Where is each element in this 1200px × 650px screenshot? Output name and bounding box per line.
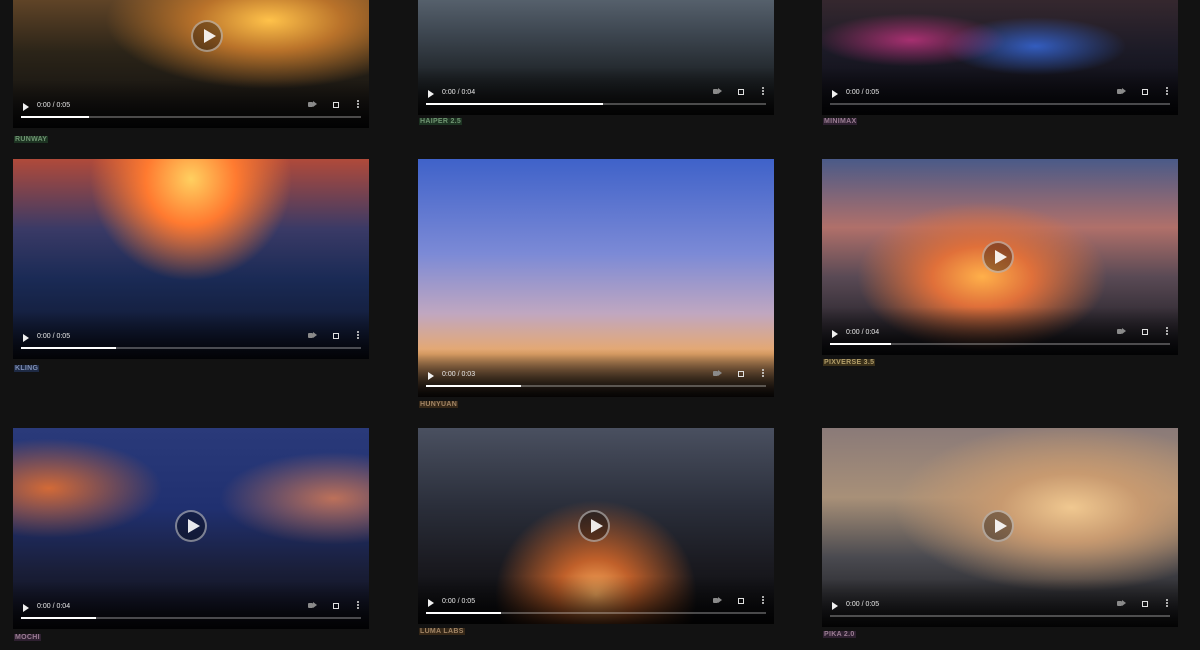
fullscreen-icon[interactable] xyxy=(1142,329,1148,335)
video-player[interactable]: 0:00 / 0:05 xyxy=(13,159,369,359)
progress-bar[interactable] xyxy=(426,103,766,105)
video-time: 0:00 / 0:05 xyxy=(37,102,71,109)
progress-bar[interactable] xyxy=(426,612,766,614)
model-label: KLING xyxy=(14,365,40,372)
video-time: 0:00 / 0:04 xyxy=(442,89,476,96)
more-options-icon[interactable] xyxy=(1166,599,1168,601)
video-player[interactable]: 0:00 / 0:05 xyxy=(822,0,1178,115)
video-player[interactable]: 0:00 / 0:04 xyxy=(418,0,774,115)
volume-icon[interactable] xyxy=(308,602,317,608)
fullscreen-icon[interactable] xyxy=(738,598,744,604)
video-controls: 0:00 / 0:04 xyxy=(822,321,1178,355)
video-controls: 0:00 / 0:03 xyxy=(418,363,774,397)
video-player[interactable]: 0:00 / 0:03 xyxy=(418,159,774,397)
more-options-icon[interactable] xyxy=(357,331,359,333)
volume-icon[interactable] xyxy=(308,332,317,338)
volume-icon[interactable] xyxy=(1117,600,1126,606)
play-icon[interactable] xyxy=(428,372,434,380)
progress-bar[interactable] xyxy=(830,103,1170,105)
play-icon[interactable] xyxy=(23,604,29,612)
play-icon[interactable] xyxy=(832,330,838,338)
center-play-icon[interactable] xyxy=(982,510,1014,542)
center-play-icon[interactable] xyxy=(191,20,223,52)
model-label: HUNYUAN xyxy=(419,401,459,408)
video-player[interactable]: 0:00 / 0:05 xyxy=(418,428,774,624)
video-controls: 0:00 / 0:05 xyxy=(418,590,774,624)
model-label: HAIPER 2.5 xyxy=(419,118,463,125)
play-icon[interactable] xyxy=(832,602,838,610)
play-icon[interactable] xyxy=(23,334,29,342)
fullscreen-icon[interactable] xyxy=(1142,601,1148,607)
more-options-icon[interactable] xyxy=(357,100,359,102)
video-player[interactable]: 0:00 / 0:05 xyxy=(13,0,369,128)
more-options-icon[interactable] xyxy=(762,596,764,598)
model-label: MOCHI xyxy=(14,634,41,641)
center-play-icon[interactable] xyxy=(175,510,207,542)
video-player[interactable]: 0:00 / 0:04 xyxy=(822,159,1178,355)
more-options-icon[interactable] xyxy=(1166,87,1168,89)
center-play-icon[interactable] xyxy=(578,510,610,542)
video-controls: 0:00 / 0:04 xyxy=(13,595,369,629)
model-label: PIXVERSE 3.5 xyxy=(823,359,876,366)
progress-fill xyxy=(21,347,117,349)
progress-bar[interactable] xyxy=(830,615,1170,617)
progress-fill xyxy=(21,116,89,118)
volume-icon[interactable] xyxy=(713,88,722,94)
progress-bar[interactable] xyxy=(426,385,766,387)
progress-fill xyxy=(426,612,501,614)
progress-fill xyxy=(426,385,522,387)
video-time: 0:00 / 0:05 xyxy=(442,598,476,605)
video-controls: 0:00 / 0:05 xyxy=(13,325,369,359)
video-time: 0:00 / 0:04 xyxy=(37,603,71,610)
video-time: 0:00 / 0:05 xyxy=(846,601,880,608)
volume-icon[interactable] xyxy=(713,370,722,376)
more-options-icon[interactable] xyxy=(1166,327,1168,329)
model-label: MINIMAX xyxy=(823,118,858,125)
fullscreen-icon[interactable] xyxy=(1142,89,1148,95)
play-icon[interactable] xyxy=(23,103,29,111)
fullscreen-icon[interactable] xyxy=(333,102,339,108)
video-player[interactable]: 0:00 / 0:04 xyxy=(13,428,369,629)
video-time: 0:00 / 0:03 xyxy=(442,371,476,378)
video-player[interactable]: 0:00 / 0:05 xyxy=(822,428,1178,627)
progress-fill xyxy=(426,103,603,105)
volume-icon[interactable] xyxy=(713,597,722,603)
model-label: RUNWAY xyxy=(14,136,49,143)
volume-icon[interactable] xyxy=(308,101,317,107)
more-options-icon[interactable] xyxy=(357,601,359,603)
video-time: 0:00 / 0:05 xyxy=(846,89,880,96)
volume-icon[interactable] xyxy=(1117,88,1126,94)
progress-bar[interactable] xyxy=(21,347,361,349)
fullscreen-icon[interactable] xyxy=(333,603,339,609)
video-controls: 0:00 / 0:04 xyxy=(418,81,774,115)
video-controls: 0:00 / 0:05 xyxy=(822,81,1178,115)
more-options-icon[interactable] xyxy=(762,87,764,89)
video-controls: 0:00 / 0:05 xyxy=(822,593,1178,627)
model-label: LUMA LABS xyxy=(419,628,465,635)
fullscreen-icon[interactable] xyxy=(738,371,744,377)
volume-icon[interactable] xyxy=(1117,328,1126,334)
video-controls: 0:00 / 0:05 xyxy=(13,94,369,128)
fullscreen-icon[interactable] xyxy=(738,89,744,95)
play-icon[interactable] xyxy=(832,90,838,98)
play-icon[interactable] xyxy=(428,599,434,607)
model-label: PIKA 2.0 xyxy=(823,631,856,638)
progress-bar[interactable] xyxy=(21,116,361,118)
more-options-icon[interactable] xyxy=(762,369,764,371)
progress-fill xyxy=(830,343,892,345)
play-icon[interactable] xyxy=(428,90,434,98)
progress-bar[interactable] xyxy=(830,343,1170,345)
video-time: 0:00 / 0:04 xyxy=(846,329,880,336)
fullscreen-icon[interactable] xyxy=(333,333,339,339)
progress-fill xyxy=(21,617,96,619)
progress-bar[interactable] xyxy=(21,617,361,619)
video-time: 0:00 / 0:05 xyxy=(37,333,71,340)
center-play-icon[interactable] xyxy=(982,241,1014,273)
